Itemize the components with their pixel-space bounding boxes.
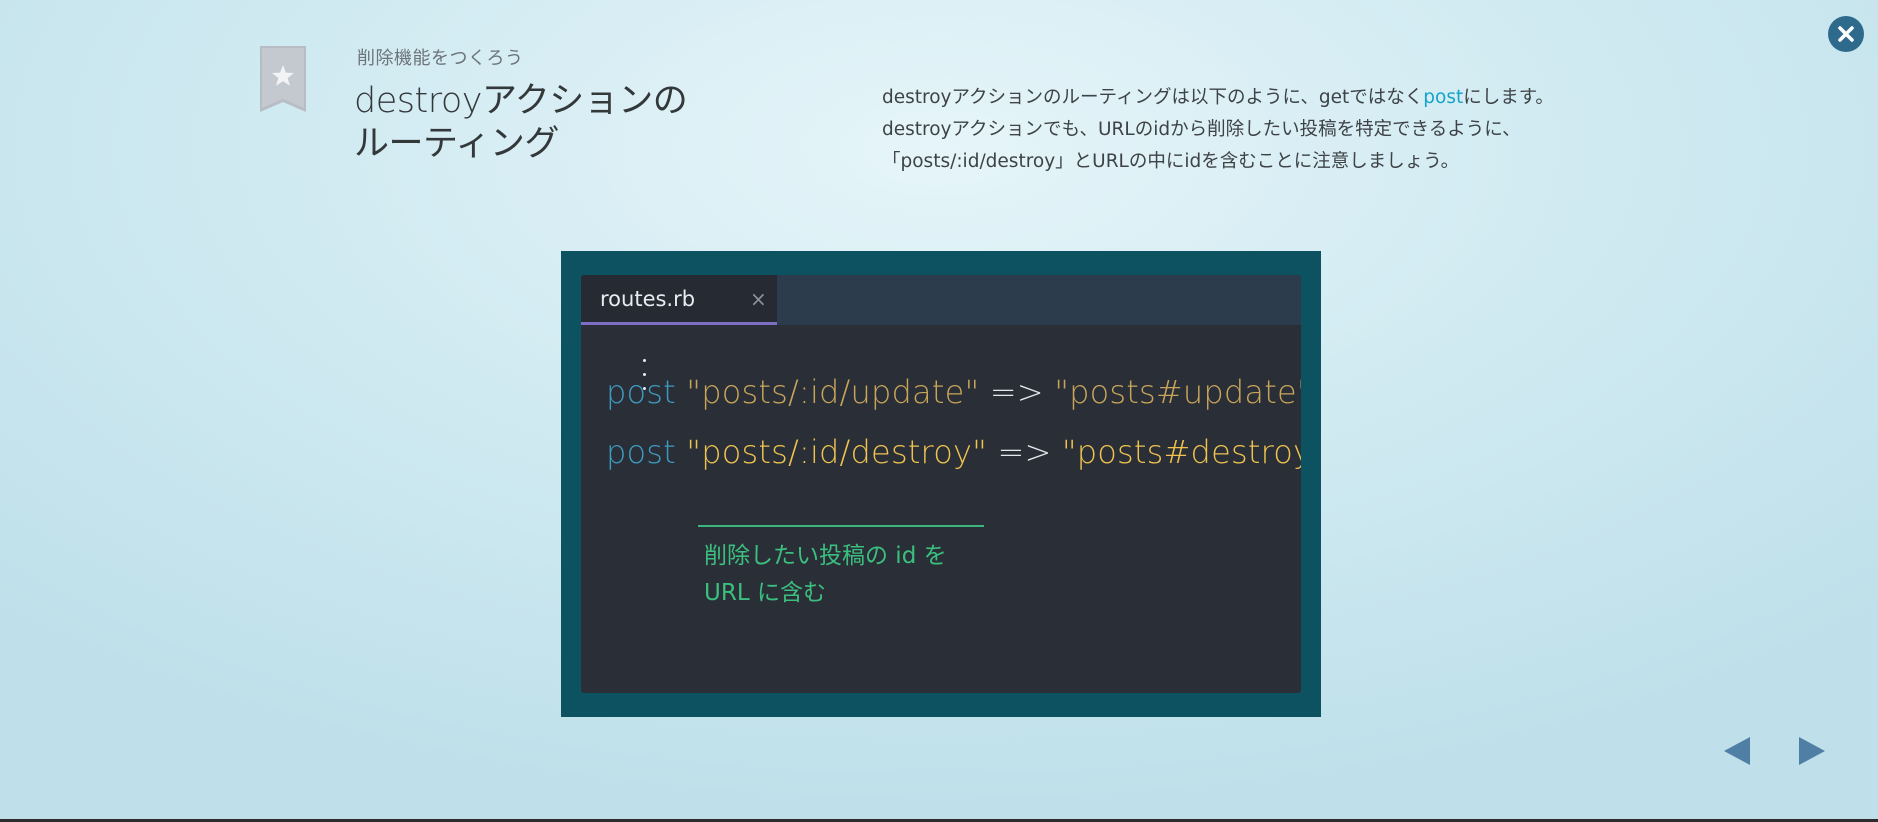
tab-close-icon[interactable]: × — [750, 287, 767, 311]
code-arrow: => — [997, 433, 1052, 471]
arrow-right-icon — [1799, 737, 1825, 765]
code-target: "posts#destroy" — [1061, 433, 1301, 471]
bookmark-star-icon[interactable] — [260, 46, 306, 112]
annotation-underline — [698, 525, 984, 527]
code-line-update: post "posts/:id/update" => "posts#update… — [606, 373, 1301, 411]
code-line-destroy: post "posts/:id/destroy" => "posts#destr… — [606, 433, 1301, 471]
editor-tab-bar: routes.rb × — [581, 275, 1301, 325]
close-icon — [1838, 26, 1854, 42]
annotation-line2: URL に含む — [704, 580, 826, 606]
tab-label: routes.rb — [600, 287, 696, 311]
tab-routes-rb[interactable]: routes.rb × — [581, 275, 777, 325]
code-path: "posts/:id/update" — [686, 373, 980, 411]
description-text: destroyアクションのルーティングは以下のように、getではなくpostにし… — [882, 82, 1582, 178]
code-keyword: post — [606, 433, 676, 471]
code-target: "posts#update" — [1054, 373, 1301, 411]
code-path: "posts/:id/destroy" — [686, 433, 988, 471]
next-slide-button[interactable] — [1798, 736, 1826, 766]
arrow-left-icon — [1724, 737, 1750, 765]
code-figure: routes.rb × post "posts/:id/update" => "… — [561, 251, 1321, 717]
code-keyword: post — [606, 373, 676, 411]
prev-slide-button[interactable] — [1723, 736, 1751, 766]
code-annotation: 削除したい投稿の id を URL に含む — [704, 538, 1024, 612]
page-title-line1: destroyアクションの — [354, 81, 688, 121]
page-title: destroyアクションの ルーティング — [354, 80, 754, 166]
code-editor: routes.rb × post "posts/:id/update" => "… — [581, 275, 1301, 693]
description-part1: destroyアクションのルーティングは以下のように、getではなく — [882, 87, 1424, 108]
page-title-line2: ルーティング — [354, 124, 559, 164]
annotation-line1: 削除したい投稿の id を — [704, 543, 947, 569]
lesson-subtitle: 削除機能をつくろう — [357, 48, 524, 69]
post-keyword-link: post — [1423, 87, 1464, 108]
close-button[interactable] — [1828, 16, 1864, 52]
code-arrow: => — [989, 373, 1044, 411]
